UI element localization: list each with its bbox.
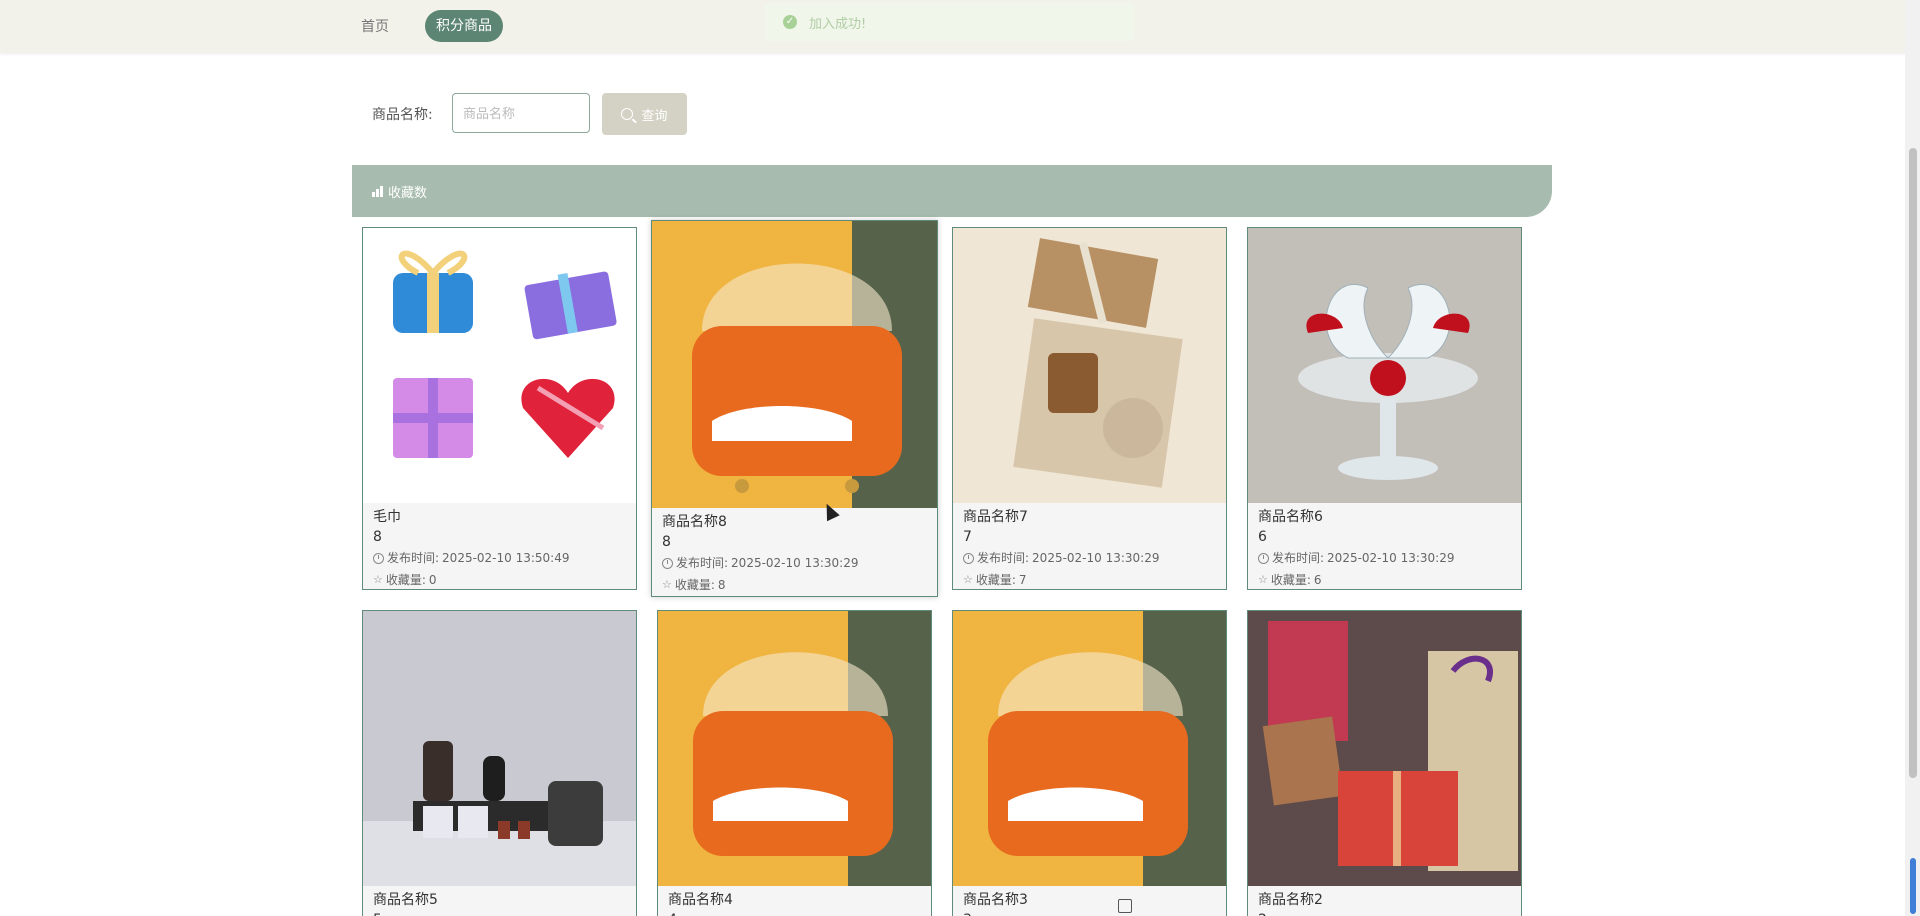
favorites-count: ☆ 收藏量: 0 bbox=[373, 569, 626, 589]
toast-message: 加入成功! bbox=[809, 16, 867, 32]
product-info: 商品名称4 4 bbox=[658, 886, 931, 916]
gift-bags-icon bbox=[1248, 611, 1521, 886]
tea-set-icon bbox=[363, 611, 636, 886]
product-info: 商品名称7 7 发布时间: 2025-02-10 13:30:29 ☆ 收藏量:… bbox=[953, 503, 1226, 589]
star-icon: ☆ bbox=[1258, 573, 1268, 586]
top-navigation-bar: 首页 积分商品 ✓ 加入成功! bbox=[0, 0, 1905, 53]
publish-time-label: 发布时间: bbox=[676, 556, 729, 570]
favorites-label: 收藏量: bbox=[385, 573, 426, 587]
star-icon: ☆ bbox=[662, 578, 672, 591]
favorites-value: 7 bbox=[1018, 573, 1027, 587]
tissue-box-icon bbox=[658, 611, 931, 886]
favorites-label: 收藏量: bbox=[975, 573, 1016, 587]
product-name-search-input[interactable] bbox=[452, 93, 590, 133]
search-icon bbox=[621, 108, 634, 120]
product-image[interactable] bbox=[363, 611, 636, 886]
product-card[interactable]: 商品名称5 5 bbox=[362, 610, 637, 916]
product-price: 5 bbox=[373, 910, 626, 916]
scroll-indicator bbox=[1910, 858, 1916, 914]
publish-time-value: 2025-02-10 13:50:49 bbox=[442, 551, 570, 565]
favorites-label: 收藏量: bbox=[674, 578, 715, 592]
check-circle-icon: ✓ bbox=[783, 15, 797, 29]
product-name[interactable]: 商品名称2 bbox=[1258, 890, 1511, 910]
favorites-count: ☆ 收藏量: 8 bbox=[662, 574, 927, 596]
gift-boxes-icon bbox=[393, 250, 617, 458]
product-name[interactable]: 商品名称6 bbox=[1258, 507, 1511, 527]
product-card[interactable]: 商品名称3 3 bbox=[952, 610, 1227, 916]
publish-time: 发布时间: 2025-02-10 13:30:29 bbox=[662, 552, 927, 574]
search-button-label: 查询 bbox=[641, 108, 668, 124]
product-image[interactable] bbox=[652, 221, 937, 508]
product-price: 7 bbox=[963, 529, 972, 545]
favorites-value: 0 bbox=[428, 573, 437, 587]
tissue-box-icon bbox=[953, 611, 1226, 886]
product-info: 商品名称6 6 发布时间: 2025-02-10 13:30:29 ☆ 收藏量:… bbox=[1248, 503, 1521, 589]
publish-time: 发布时间: 2025-02-10 13:50:49 bbox=[373, 547, 626, 569]
section-header: 收藏数 bbox=[352, 165, 1552, 217]
product-price: 2 bbox=[1258, 910, 1511, 916]
favorites-value: 6 bbox=[1313, 573, 1322, 587]
product-image[interactable] bbox=[953, 611, 1226, 886]
publish-time-value: 2025-02-10 13:30:29 bbox=[1032, 551, 1160, 565]
product-card[interactable]: 商品名称4 4 bbox=[657, 610, 932, 916]
product-image[interactable] bbox=[1248, 611, 1521, 886]
bar-chart-icon bbox=[372, 185, 384, 197]
product-info: 商品名称5 5 bbox=[363, 886, 636, 916]
product-card[interactable]: 商品名称6 6 发布时间: 2025-02-10 13:30:29 ☆ 收藏量:… bbox=[1247, 227, 1522, 590]
clock-icon bbox=[662, 557, 673, 569]
publish-time-label: 发布时间: bbox=[1272, 551, 1325, 565]
product-price: 4 bbox=[668, 910, 921, 916]
product-name[interactable]: 商品名称8 bbox=[662, 512, 927, 532]
crystal-swans-icon bbox=[1248, 228, 1521, 503]
product-card[interactable]: 毛巾 8 发布时间: 2025-02-10 13:50:49 ☆ 收藏量: 0 bbox=[362, 227, 637, 590]
product-info: 商品名称8 8 发布时间: 2025-02-10 13:30:29 ☆ 收藏量:… bbox=[652, 508, 937, 596]
product-card[interactable]: 商品名称8 8 发布时间: 2025-02-10 13:30:29 ☆ 收藏量:… bbox=[651, 220, 938, 597]
product-info: 毛巾 8 发布时间: 2025-02-10 13:50:49 ☆ 收藏量: 0 bbox=[363, 503, 636, 589]
publish-time-label: 发布时间: bbox=[387, 551, 440, 565]
product-image[interactable] bbox=[1248, 228, 1521, 503]
search-button[interactable]: 查询 bbox=[602, 93, 687, 135]
product-info: 商品名称2 2 bbox=[1248, 886, 1521, 916]
clock-icon bbox=[373, 552, 384, 564]
product-card[interactable]: 商品名称2 2 bbox=[1247, 610, 1522, 916]
product-name[interactable]: 商品名称7 bbox=[963, 507, 1216, 527]
product-price: 8 bbox=[373, 529, 382, 545]
tissue-box-icon bbox=[652, 221, 937, 508]
breadcrumb-current[interactable]: 积分商品 bbox=[425, 10, 503, 42]
product-name[interactable]: 毛巾 bbox=[373, 507, 626, 527]
section-title: 收藏数 bbox=[388, 185, 428, 201]
product-name[interactable]: 商品名称4 bbox=[668, 890, 921, 910]
star-icon: ☆ bbox=[963, 573, 973, 586]
gift-set-box-icon bbox=[953, 228, 1226, 503]
product-card[interactable]: 商品名称7 7 发布时间: 2025-02-10 13:30:29 ☆ 收藏量:… bbox=[952, 227, 1227, 590]
publish-time: 发布时间: 2025-02-10 13:30:29 bbox=[1258, 547, 1511, 569]
product-price: 6 bbox=[1258, 529, 1267, 545]
publish-time-value: 2025-02-10 13:30:29 bbox=[1327, 551, 1455, 565]
product-image[interactable] bbox=[363, 228, 636, 503]
lock-icon bbox=[1118, 899, 1132, 913]
search-label: 商品名称: bbox=[372, 107, 433, 123]
favorites-count: ☆ 收藏量: 6 bbox=[1258, 569, 1511, 589]
star-icon: ☆ bbox=[373, 573, 383, 586]
vertical-scrollbar[interactable] bbox=[1905, 0, 1920, 916]
publish-time-label: 发布时间: bbox=[977, 551, 1030, 565]
favorites-value: 8 bbox=[717, 578, 726, 592]
product-image[interactable] bbox=[658, 611, 931, 886]
product-image[interactable] bbox=[953, 228, 1226, 503]
favorites-label: 收藏量: bbox=[1270, 573, 1311, 587]
product-price: 3 bbox=[963, 910, 1216, 916]
favorites-count: ☆ 收藏量: 7 bbox=[963, 569, 1216, 589]
product-name[interactable]: 商品名称3 bbox=[963, 890, 1216, 910]
scrollbar-thumb[interactable] bbox=[1909, 148, 1917, 778]
product-price: 8 bbox=[662, 534, 671, 550]
breadcrumb-home[interactable]: 首页 bbox=[361, 16, 389, 36]
product-name[interactable]: 商品名称5 bbox=[373, 890, 626, 910]
publish-time: 发布时间: 2025-02-10 13:30:29 bbox=[963, 547, 1216, 569]
success-toast: ✓ 加入成功! bbox=[765, 3, 1135, 41]
publish-time-value: 2025-02-10 13:30:29 bbox=[731, 556, 859, 570]
clock-icon bbox=[1258, 552, 1269, 564]
clock-icon bbox=[963, 552, 974, 564]
product-info: 商品名称3 3 bbox=[953, 886, 1226, 916]
